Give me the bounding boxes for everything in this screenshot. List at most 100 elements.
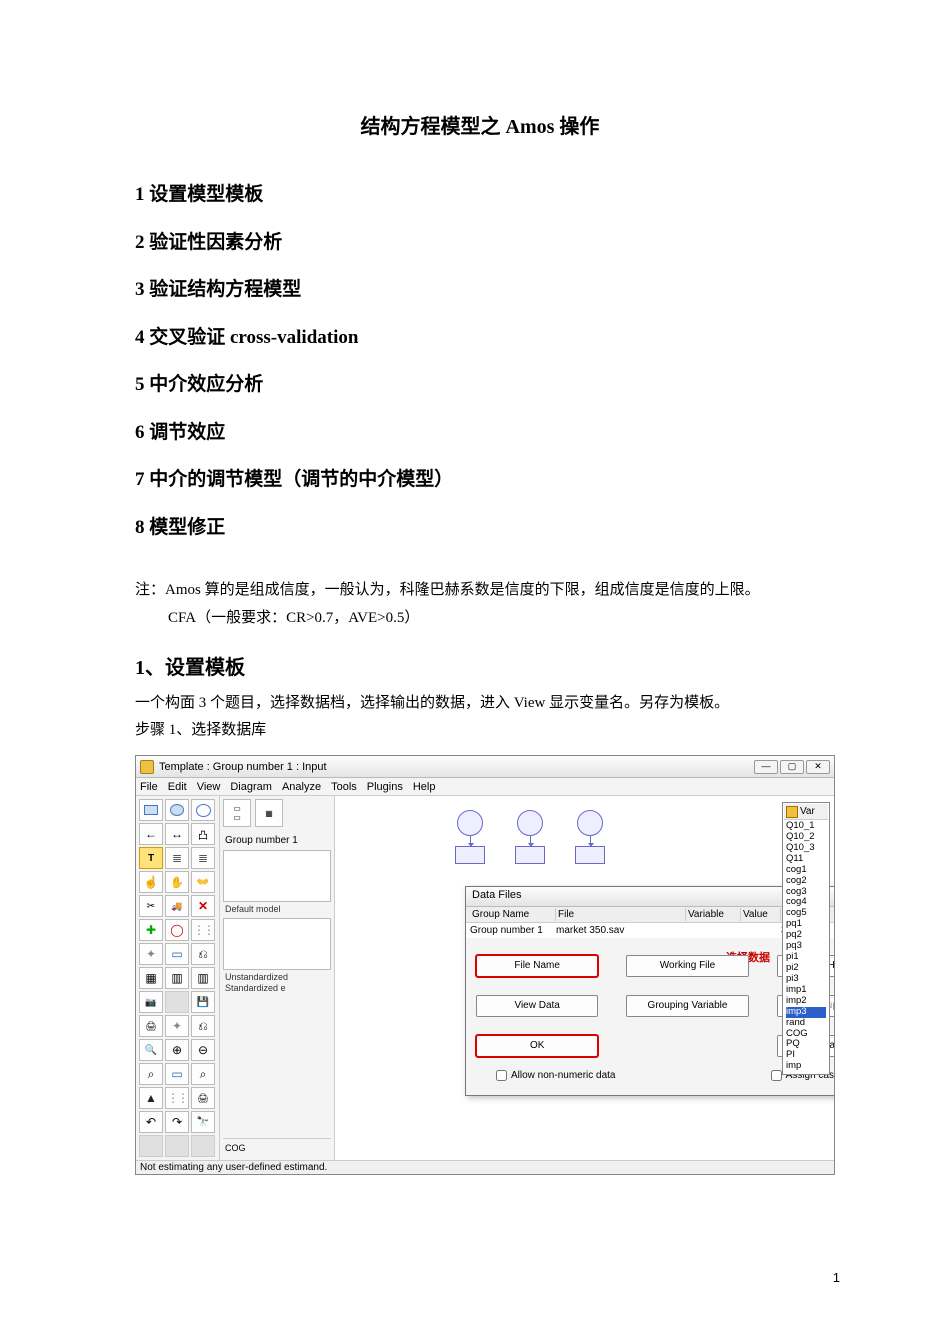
checkbox-icon[interactable] bbox=[496, 1070, 507, 1081]
checkbox-icon[interactable] bbox=[771, 1070, 782, 1081]
spec-search-icon[interactable] bbox=[191, 1111, 215, 1133]
zoom-page-icon[interactable] bbox=[139, 1063, 163, 1085]
bayesian-icon[interactable] bbox=[139, 1087, 163, 1109]
view-text-icon[interactable] bbox=[165, 991, 189, 1013]
cell-file: market 350.sav bbox=[556, 925, 686, 936]
app-icon bbox=[140, 760, 154, 774]
paragraph: 步骤 1、选择数据库 bbox=[135, 717, 825, 745]
reflect-icon[interactable] bbox=[191, 919, 215, 941]
variables-model-icon[interactable] bbox=[191, 847, 215, 869]
fit-page-icon[interactable] bbox=[165, 1063, 189, 1085]
select-all-icon[interactable] bbox=[165, 871, 189, 893]
variable-item[interactable]: cog1 bbox=[786, 865, 826, 876]
drag-properties-icon[interactable] bbox=[165, 1015, 189, 1037]
minimize-button[interactable]: — bbox=[754, 760, 778, 774]
variables-dataset-icon[interactable] bbox=[165, 847, 189, 869]
toc-item: 4 交叉验证 cross-validation bbox=[135, 314, 825, 362]
title-tool-icon[interactable] bbox=[139, 847, 163, 869]
select-one-icon[interactable] bbox=[139, 871, 163, 893]
latent-var-tool-icon[interactable] bbox=[165, 799, 189, 821]
scroll-icon[interactable] bbox=[165, 943, 189, 965]
groups-list[interactable] bbox=[223, 850, 331, 902]
touch-up-icon[interactable] bbox=[191, 943, 215, 965]
move-icon[interactable] bbox=[165, 895, 189, 917]
indicator-tool-icon[interactable] bbox=[191, 799, 215, 821]
variable-item[interactable]: imp3 bbox=[786, 1007, 826, 1018]
menu-analyze[interactable]: Analyze bbox=[282, 781, 321, 793]
loupe-icon[interactable] bbox=[191, 1063, 215, 1085]
calculate-icon[interactable] bbox=[191, 967, 215, 989]
input-path-diagram-icon[interactable]: ▭▭ bbox=[223, 799, 251, 827]
allow-non-numeric-checkbox[interactable]: Allow non-numeric data bbox=[496, 1070, 616, 1081]
variable-item[interactable]: rand bbox=[786, 1018, 826, 1029]
undo-icon[interactable] bbox=[139, 1111, 163, 1133]
multigroup-icon[interactable] bbox=[165, 1087, 189, 1109]
page-number: 1 bbox=[833, 1270, 840, 1285]
doc-title: 结构方程模型之 Amos 操作 bbox=[135, 110, 825, 139]
zoom-in-icon[interactable] bbox=[165, 1039, 189, 1061]
variables-panel[interactable]: Var Q10_1Q10_2Q10_3Q11cog1cog2cog3cog4co… bbox=[782, 802, 830, 1075]
data-files-icon[interactable] bbox=[139, 967, 163, 989]
menu-plugins[interactable]: Plugins bbox=[367, 781, 403, 793]
diagram-node[interactable] bbox=[515, 810, 545, 864]
menu-tools[interactable]: Tools bbox=[331, 781, 357, 793]
move-param-icon[interactable] bbox=[139, 943, 163, 965]
menu-diagram[interactable]: Diagram bbox=[230, 781, 272, 793]
variable-item[interactable]: cog2 bbox=[786, 876, 826, 887]
object-properties-icon[interactable] bbox=[139, 1015, 163, 1037]
ok-button[interactable]: OK bbox=[476, 1035, 598, 1057]
dialog-grid-header: Group Name File Variable Value N bbox=[466, 907, 834, 923]
zoom-select-icon[interactable] bbox=[139, 1039, 163, 1061]
dialog-grid-row[interactable]: Group number 1 market 350.sav 350/350 bbox=[466, 923, 834, 938]
menu-file[interactable]: File bbox=[140, 781, 158, 793]
diagram-node[interactable] bbox=[575, 810, 605, 864]
variables-list[interactable]: Q10_1Q10_2Q10_3Q11cog1cog2cog3cog4cog5pq… bbox=[784, 820, 828, 1073]
col-header: Value bbox=[741, 908, 781, 921]
menu-help[interactable]: Help bbox=[413, 781, 436, 793]
save-icon[interactable] bbox=[191, 991, 215, 1013]
rotate-icon[interactable] bbox=[165, 919, 189, 941]
variable-item[interactable]: imp bbox=[786, 1061, 826, 1072]
deselect-all-icon[interactable] bbox=[191, 871, 215, 893]
zoom-out-icon[interactable] bbox=[191, 1039, 215, 1061]
disabled-tool-icon bbox=[139, 1135, 163, 1157]
maximize-button[interactable]: ▢ bbox=[780, 760, 804, 774]
file-name-button[interactable]: File Name bbox=[476, 955, 598, 977]
toc-item: 6 调节效应 bbox=[135, 409, 825, 457]
covariance-tool-icon[interactable] bbox=[165, 823, 189, 845]
preserve-symmetry-icon[interactable] bbox=[191, 1015, 215, 1037]
output-path-diagram-icon[interactable]: ▦ bbox=[255, 799, 283, 827]
toolbox bbox=[136, 796, 220, 1160]
working-file-button[interactable]: Working File bbox=[626, 955, 748, 977]
redo-icon[interactable] bbox=[165, 1111, 189, 1133]
duplicate-icon[interactable] bbox=[139, 895, 163, 917]
title-bar: Template : Group number 1 : Input — ▢ ✕ bbox=[136, 756, 834, 778]
section-heading: 1、设置模板 bbox=[135, 651, 825, 680]
group-label[interactable]: Group number 1 bbox=[225, 835, 331, 846]
window-title: Template : Group number 1 : Input bbox=[159, 761, 754, 773]
observed-var-tool-icon[interactable] bbox=[139, 799, 163, 821]
grouping-variable-button[interactable]: Grouping Variable bbox=[626, 995, 748, 1017]
print-icon[interactable] bbox=[191, 1087, 215, 1109]
error-tool-icon[interactable] bbox=[191, 823, 215, 845]
toc-item: 1 设置模型模板 bbox=[135, 171, 825, 219]
menu-edit[interactable]: Edit bbox=[168, 781, 187, 793]
toc-item: 3 验证结构方程模型 bbox=[135, 266, 825, 314]
diagram-node[interactable] bbox=[455, 810, 485, 864]
table-of-contents: 1 设置模型模板 2 验证性因素分析 3 验证结构方程模型 4 交叉验证 cro… bbox=[135, 171, 825, 551]
estimate-label[interactable]: Unstandardized bbox=[223, 972, 331, 984]
analysis-properties-icon[interactable] bbox=[165, 967, 189, 989]
toc-item: 5 中介效应分析 bbox=[135, 361, 825, 409]
diagram-canvas[interactable]: Data Files Group Name File Variable Valu… bbox=[335, 796, 834, 1160]
estimate-label[interactable]: Standardized e bbox=[223, 983, 331, 995]
toc-item: 8 模型修正 bbox=[135, 504, 825, 552]
menu-view[interactable]: View bbox=[197, 781, 221, 793]
view-data-button[interactable]: View Data bbox=[476, 995, 598, 1017]
shape-change-icon[interactable] bbox=[139, 919, 163, 941]
path-tool-icon[interactable] bbox=[139, 823, 163, 845]
erase-icon[interactable] bbox=[191, 895, 215, 917]
copy-clipboard-icon[interactable] bbox=[139, 991, 163, 1013]
model-label[interactable]: Default model bbox=[223, 904, 331, 916]
close-button[interactable]: ✕ bbox=[806, 760, 830, 774]
models-list[interactable] bbox=[223, 918, 331, 970]
